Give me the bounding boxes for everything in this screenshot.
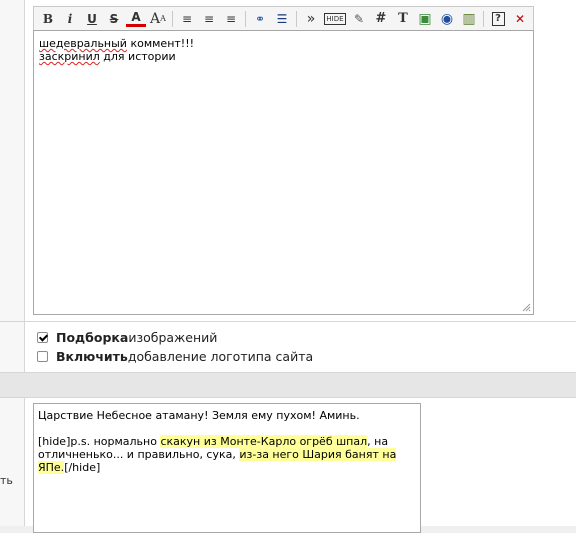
misspelled-word: заскринил: [39, 50, 100, 63]
left-column: [0, 0, 25, 526]
quote-button[interactable]: »: [301, 9, 321, 29]
misspelled-word: шедевральный: [39, 37, 127, 50]
bullet-list-icon: ☰: [276, 11, 288, 26]
hash-button[interactable]: #: [371, 9, 391, 29]
text-line: Царствие Небесное атаману! Земля ему пух…: [38, 409, 360, 422]
link-button[interactable]: ⚭: [250, 9, 270, 29]
video-button[interactable]: ▥: [459, 9, 479, 29]
text-line: отличненько... и правильно, сука, из-за …: [38, 448, 416, 461]
bold-icon: B: [42, 11, 54, 26]
gallery-label-bold: Подборка: [56, 330, 129, 345]
text-line: [hide]p.s. нормально скакун из Монте-Кар…: [38, 435, 416, 448]
text-span: отличненько... и правильно, сука,: [38, 448, 240, 461]
gallery-label: изображений: [128, 330, 218, 345]
flash-button[interactable]: ◉: [437, 9, 457, 29]
help-icon: ?: [491, 11, 505, 26]
bullet-list-button[interactable]: ☰: [272, 9, 292, 29]
field-label: ть: [0, 474, 13, 487]
help-button[interactable]: ?: [488, 9, 508, 29]
align-center-button[interactable]: ≡: [199, 9, 219, 29]
highlighted-text: из-за него Шария банят на: [239, 448, 397, 461]
section-band: [0, 372, 576, 398]
align-right-icon: ≡: [225, 11, 237, 26]
editor-text: коммент!!!: [126, 37, 195, 50]
hide-icon: HIDE: [324, 12, 346, 25]
editor-toolbar: B i U S A AA ≡ ≡ ≡ ⚭ ☰ » HIDE ✎ # T ▣ ◉ …: [33, 6, 534, 30]
gallery-option[interactable]: Подборка изображений: [37, 330, 217, 345]
close-button[interactable]: ✕: [510, 9, 530, 29]
align-left-button[interactable]: ≡: [177, 9, 197, 29]
image-icon: ▣: [418, 10, 432, 27]
highlighted-text: скакун из Монте-Карло огрёб шпал: [160, 435, 368, 448]
text-color-icon: A: [131, 10, 141, 24]
text-span: [/hide]: [64, 461, 101, 474]
toolbar-separator: [245, 10, 246, 27]
underline-button[interactable]: U: [82, 9, 102, 29]
toolbar-separator: [296, 10, 297, 27]
logo-label: добавление логотипа сайта: [127, 349, 314, 364]
text-icon: T: [398, 11, 408, 26]
strikethrough-button[interactable]: S: [104, 9, 124, 29]
align-left-icon: ≡: [181, 11, 193, 26]
image-button[interactable]: ▣: [415, 9, 435, 29]
edit-button[interactable]: ✎: [349, 9, 369, 29]
close-icon: ✕: [514, 11, 526, 26]
toolbar-separator: [172, 10, 173, 27]
logo-checkbox[interactable]: [37, 351, 48, 362]
pencil-icon: ✎: [353, 11, 365, 26]
hash-icon: #: [375, 11, 387, 26]
underline-icon: U: [87, 11, 97, 26]
text-line: ЯПе.[/hide]: [38, 461, 416, 474]
logo-label-bold: Включить: [56, 349, 128, 364]
video-icon: ▥: [462, 10, 476, 27]
comment-editor[interactable]: шедевральный коммент!!! заскринил для ис…: [33, 30, 534, 315]
gallery-checkbox[interactable]: [37, 332, 48, 343]
editor-line: шедевральный коммент!!!: [39, 37, 528, 50]
bold-button[interactable]: B: [38, 9, 58, 29]
align-center-icon: ≡: [203, 11, 215, 26]
editor-line: заскринил для истории: [39, 50, 528, 63]
resize-grip-icon[interactable]: [522, 303, 531, 312]
strikethrough-icon: S: [109, 11, 119, 26]
quote-icon: »: [306, 10, 316, 27]
text-button[interactable]: T: [393, 9, 413, 29]
hide-button[interactable]: HIDE: [323, 9, 347, 29]
text-span: , на: [367, 435, 389, 448]
logo-option[interactable]: Включить добавление логотипа сайта: [37, 349, 313, 364]
text-color-button[interactable]: A: [126, 10, 146, 27]
italic-icon: i: [67, 11, 73, 26]
font-size-button[interactable]: AA: [148, 9, 168, 29]
link-icon: ⚭: [254, 11, 266, 26]
divider: [0, 321, 576, 322]
description-textarea[interactable]: Царствие Небесное атаману! Земля ему пух…: [33, 403, 421, 533]
font-size-icon: A: [150, 10, 161, 27]
editor-text: для истории: [99, 50, 176, 63]
align-right-button[interactable]: ≡: [221, 9, 241, 29]
text-span: [hide]p.s. нормально: [38, 435, 161, 448]
toolbar-separator: [483, 10, 484, 27]
flash-icon: ◉: [440, 10, 454, 27]
italic-button[interactable]: i: [60, 9, 80, 29]
highlighted-text: ЯПе.: [38, 461, 65, 474]
